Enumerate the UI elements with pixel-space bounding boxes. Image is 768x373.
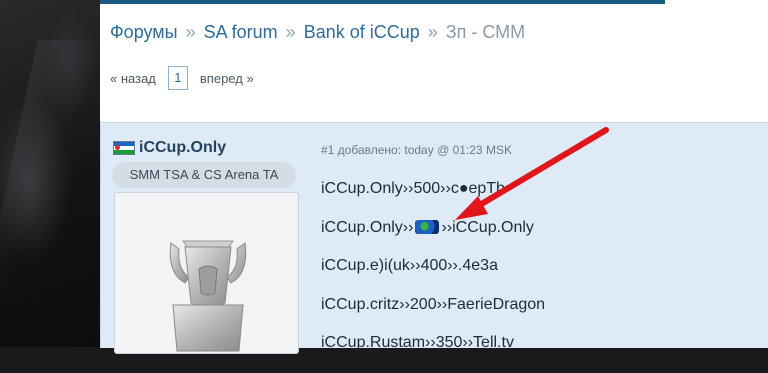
breadcrumb-forums[interactable]: Форумы (110, 22, 178, 42)
post-line: iCCup.Only››500››c●epTb (321, 180, 505, 197)
breadcrumb-separator: » (185, 22, 196, 42)
background-artwork (0, 0, 100, 347)
post-author: iCCup.Only (113, 139, 226, 157)
post-line: iCCup.Only›› ››iCCup.Only (321, 219, 545, 258)
breadcrumb: Форумы » SA forum » Bank of iCCup » Зп - СММ (110, 22, 525, 43)
pagination: « назад 1 вперед » (110, 66, 254, 90)
forum-post: iCCup.Only SMM TSA & CS Arena TA #1 доба… (100, 122, 768, 354)
breadcrumb-current: Зп - СММ (445, 22, 526, 42)
author-rank: SMM TSA & CS Arena TA (112, 162, 296, 188)
breadcrumb-sa-forum[interactable]: SA forum (204, 22, 278, 42)
post-meta: #1 добавлено: today @ 01:23 MSK (321, 143, 512, 157)
header-bar (100, 0, 665, 4)
line-text: iCCup.Only›› (321, 218, 414, 236)
next-page-link[interactable]: вперед » (200, 71, 254, 86)
page-number[interactable]: 1 (167, 66, 188, 90)
breadcrumb-separator: » (285, 22, 296, 42)
avatar (114, 192, 299, 354)
prev-page-link[interactable]: « назад (110, 71, 156, 86)
flag-icon (113, 141, 135, 155)
globe-icon (415, 219, 440, 234)
post-line: iCCup.critz››200››FaerieDragon (321, 295, 546, 313)
post-body: iCCup.Only››500››c●epTb iCCup.Only›› ››iC… (321, 180, 545, 373)
trophy-icon (169, 240, 247, 352)
post-line: iCCup.Rustam››350››Tell.tv (321, 334, 514, 351)
breadcrumb-separator: » (427, 22, 438, 42)
forum-content: Форумы » SA forum » Bank of iCCup » Зп - СММ «… (100, 0, 768, 354)
author-name[interactable]: iCCup.Only (139, 139, 226, 157)
line-text: ››iCCup.Only (441, 218, 534, 236)
breadcrumb-bank[interactable]: Bank of iCCup (304, 22, 420, 42)
post-line: iCCup.e)i(uk››400››.4e3a (321, 257, 498, 274)
